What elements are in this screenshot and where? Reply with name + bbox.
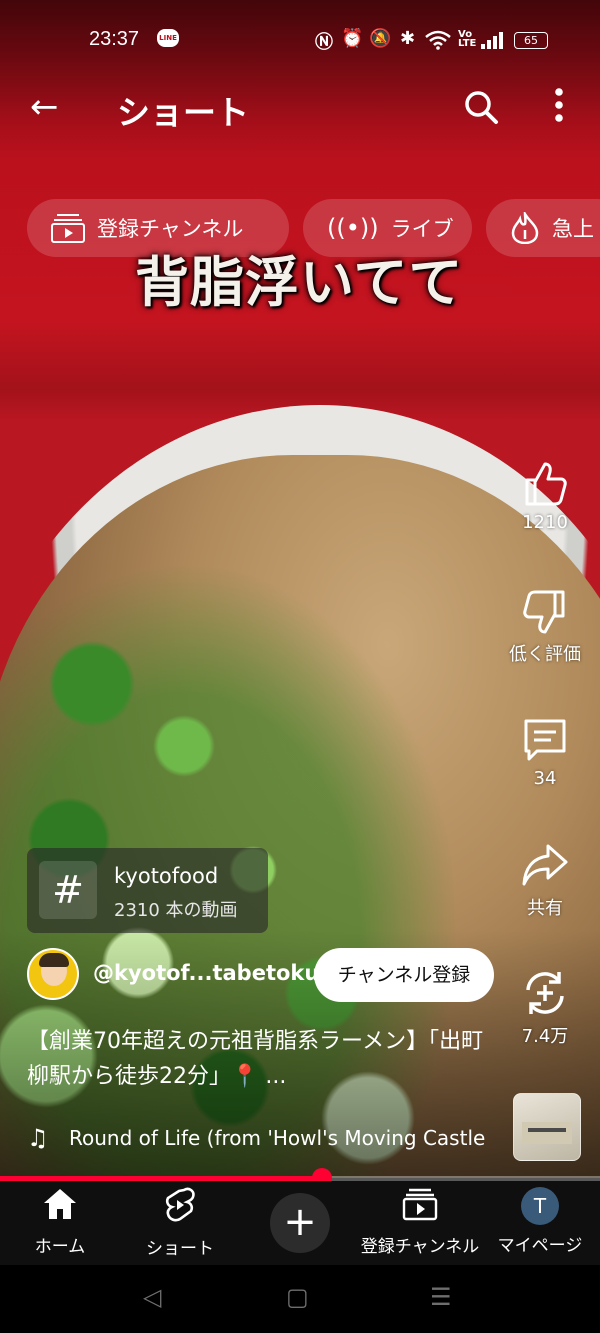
status-time: 23:37 [89, 28, 140, 50]
like-button[interactable]: 1210 [490, 460, 600, 533]
video-caption-overlay: 背脂浮いてて [135, 250, 464, 314]
thumbs-down-icon [523, 590, 565, 634]
nfc-icon: Ⓝ [315, 32, 333, 53]
user-avatar: T [521, 1187, 559, 1225]
nav-label: ショート [146, 1239, 214, 1259]
music-row[interactable]: ♫ Round of Life (from 'Howl's Moving Cas… [27, 1122, 497, 1156]
subscribe-button[interactable]: チャンネル登録 [314, 948, 494, 1002]
mute-icon: 🔕 [369, 28, 392, 49]
trending-icon [511, 212, 539, 244]
like-count: 1210 [522, 512, 568, 533]
channel-handle[interactable]: @kyotof...tabetoku [93, 961, 319, 985]
hashtag-card[interactable]: # kyotofood 2310 本の動画 [27, 848, 268, 933]
wifi-icon [425, 30, 451, 50]
music-thumbnail[interactable] [513, 1093, 581, 1161]
line-icon: LINE [157, 29, 179, 47]
hashtag-icon: # [39, 861, 97, 919]
back-arrow-icon[interactable]: ← [30, 90, 59, 124]
comment-count: 34 [533, 768, 557, 789]
channel-row: @kyotof...tabetoku チャンネル登録 [27, 948, 497, 1002]
system-nav-bar: ◁ ▢ ☰ [0, 1265, 600, 1333]
dislike-label: 低く評価 [509, 644, 581, 665]
system-home-icon[interactable]: ▢ [286, 1283, 309, 1311]
subscriptions-icon [51, 214, 85, 243]
shorts-icon [165, 1187, 195, 1222]
dislike-button[interactable]: 低く評価 [490, 588, 600, 666]
comments-button[interactable]: 34 [490, 716, 600, 789]
nav-mypage[interactable]: T マイページ [480, 1187, 600, 1256]
channel-avatar[interactable] [27, 948, 79, 1000]
nav-subscriptions[interactable]: 登録チャンネル [360, 1187, 480, 1257]
bluetooth-icon: ✱ [400, 28, 416, 49]
video-description[interactable]: 【創業70年超えの元祖背脂系ラーメン】「出町柳駅から徒歩22分」📍 ... [27, 1024, 487, 1094]
remix-count: 7.4万 [521, 1026, 569, 1047]
nav-home[interactable]: ホーム [0, 1187, 120, 1257]
battery-icon: 65 [514, 32, 548, 49]
system-back-icon[interactable]: ◁ [143, 1283, 161, 1311]
alarm-icon: ⏰ [341, 28, 364, 49]
comment-icon [524, 719, 566, 761]
chip-trending[interactable]: 急上 [486, 199, 600, 257]
more-options-icon[interactable] [550, 86, 568, 126]
system-recents-icon[interactable]: ☰ [430, 1283, 452, 1311]
top-app-bar: ← ショート [0, 80, 600, 136]
remix-icon [526, 972, 564, 1014]
chip-label: 急上 [552, 217, 594, 241]
subscriptions-icon [402, 1188, 438, 1221]
signal-icon [481, 32, 503, 49]
remix-button[interactable]: 7.4万 [490, 968, 600, 1048]
page-title: ショート [117, 94, 249, 131]
status-bar: 23:37 LINE Ⓝ ⏰ 🔕 ✱ Vo LTE 65 [0, 26, 600, 56]
nav-label: 登録チャンネル [360, 1237, 480, 1257]
share-label: 共有 [527, 898, 563, 919]
share-icon [522, 844, 568, 886]
nav-label: マイページ [497, 1236, 583, 1256]
home-icon [44, 1189, 76, 1219]
hashtag-name: kyotofood [114, 864, 219, 888]
music-title: Round of Life (from 'Howl's Moving Castl… [69, 1126, 486, 1150]
thumbs-up-icon [525, 462, 567, 506]
create-button[interactable]: + [270, 1193, 330, 1253]
hashtag-video-count: 2310 本の動画 [114, 900, 238, 921]
nav-shorts[interactable]: ショート [120, 1187, 240, 1259]
search-icon[interactable] [462, 88, 500, 126]
volte-icon: Vo LTE [458, 29, 477, 49]
share-button[interactable]: 共有 [490, 842, 600, 920]
music-note-icon: ♫ [27, 1124, 49, 1152]
bottom-navigation: ホーム ショート + 登録チャンネル T マイページ [0, 1181, 600, 1265]
nav-label: ホーム [34, 1237, 86, 1257]
